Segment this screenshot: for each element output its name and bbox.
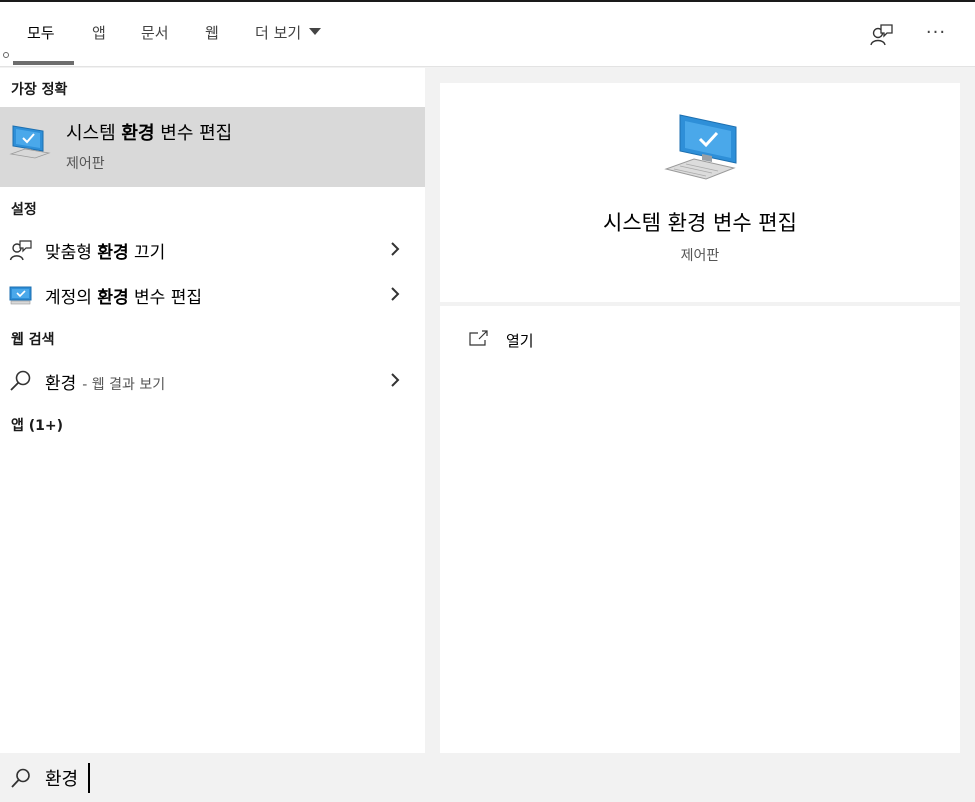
person-feedback-icon xyxy=(9,240,32,261)
feedback-button[interactable] xyxy=(869,22,895,48)
section-best-match: 가장 정확 xyxy=(11,82,68,98)
open-label: 열기 xyxy=(506,332,534,350)
tab-apps[interactable]: 앱 xyxy=(92,22,106,43)
section-apps[interactable]: 앱 (1+) xyxy=(11,415,63,435)
settings-item-suffix: 변수 편집 xyxy=(128,288,202,308)
tab-more-label: 더 보기 xyxy=(255,24,302,42)
search-icon xyxy=(10,370,31,391)
best-match-title: 시스템 환경 변수 편집 xyxy=(66,119,232,145)
search-input[interactable] xyxy=(45,765,645,791)
open-action[interactable]: 열기 xyxy=(468,326,588,352)
best-match-title-suffix: 변수 편집 xyxy=(154,123,233,144)
feedback-icon xyxy=(870,24,893,46)
chevron-right-icon xyxy=(391,287,400,301)
preview-actions: 열기 xyxy=(440,306,960,753)
settings-item-prefix: 계정의 xyxy=(45,288,98,308)
preview-header: 시스템 환경 변수 편집 제어판 xyxy=(440,83,960,302)
monitor-check-icon xyxy=(9,125,51,159)
settings-item-personalized-off[interactable]: 맞춤형 환경 끄기 xyxy=(0,227,425,271)
results-panel: 가장 정확 시스템 환경 변수 편집 제어판 설정 맞춤형 환경 끄기 계정의 … xyxy=(0,68,425,753)
settings-item-account-env[interactable]: 계정의 환경 변수 편집 xyxy=(0,272,425,316)
best-match-title-bold: 환경 xyxy=(121,123,155,144)
monitor-check-icon xyxy=(664,114,737,180)
active-tab-indicator xyxy=(13,61,74,65)
text-caret xyxy=(88,763,90,793)
settings-item-bold: 환경 xyxy=(97,243,129,263)
best-match-subtitle: 제어판 xyxy=(66,156,105,172)
best-match-result[interactable]: 시스템 환경 변수 편집 제어판 xyxy=(0,107,425,187)
web-search-query: 환경 xyxy=(45,374,77,394)
chevron-right-icon xyxy=(391,373,400,387)
settings-item-label: 계정의 환경 변수 편집 xyxy=(45,283,202,308)
tab-web[interactable]: 웹 xyxy=(205,22,219,43)
settings-item-bold: 환경 xyxy=(97,288,129,308)
best-match-title-prefix: 시스템 xyxy=(66,123,122,144)
tab-bar: 모두 앱 문서 웹 더 보기 ··· xyxy=(0,2,975,67)
monitor-icon xyxy=(9,286,32,305)
section-settings: 설정 xyxy=(11,202,37,218)
settings-item-suffix: 끄기 xyxy=(128,243,166,263)
section-web-search: 웹 검색 xyxy=(11,332,55,348)
settings-item-label: 맞춤형 환경 끄기 xyxy=(45,238,165,263)
tab-more[interactable]: 더 보기 xyxy=(255,22,322,43)
preview-title: 시스템 환경 변수 편집 xyxy=(603,211,797,235)
more-options-button[interactable]: ··· xyxy=(922,22,950,48)
web-search-item[interactable]: 환경 - 웹 결과 보기 xyxy=(0,358,425,402)
tab-all[interactable]: 모두 xyxy=(27,22,55,43)
web-search-suffix: - 웹 결과 보기 xyxy=(82,377,166,393)
tab-documents[interactable]: 문서 xyxy=(141,22,169,43)
open-external-icon xyxy=(469,330,488,346)
preview-subtitle: 제어판 xyxy=(680,248,720,264)
search-bar xyxy=(0,753,975,802)
chevron-right-icon xyxy=(391,242,400,256)
search-icon xyxy=(11,768,30,788)
settings-item-prefix: 맞춤형 xyxy=(45,243,98,263)
focus-dot-icon xyxy=(3,52,9,58)
chevron-down-icon xyxy=(309,28,322,35)
web-search-label: 환경 - 웹 결과 보기 xyxy=(45,369,165,394)
